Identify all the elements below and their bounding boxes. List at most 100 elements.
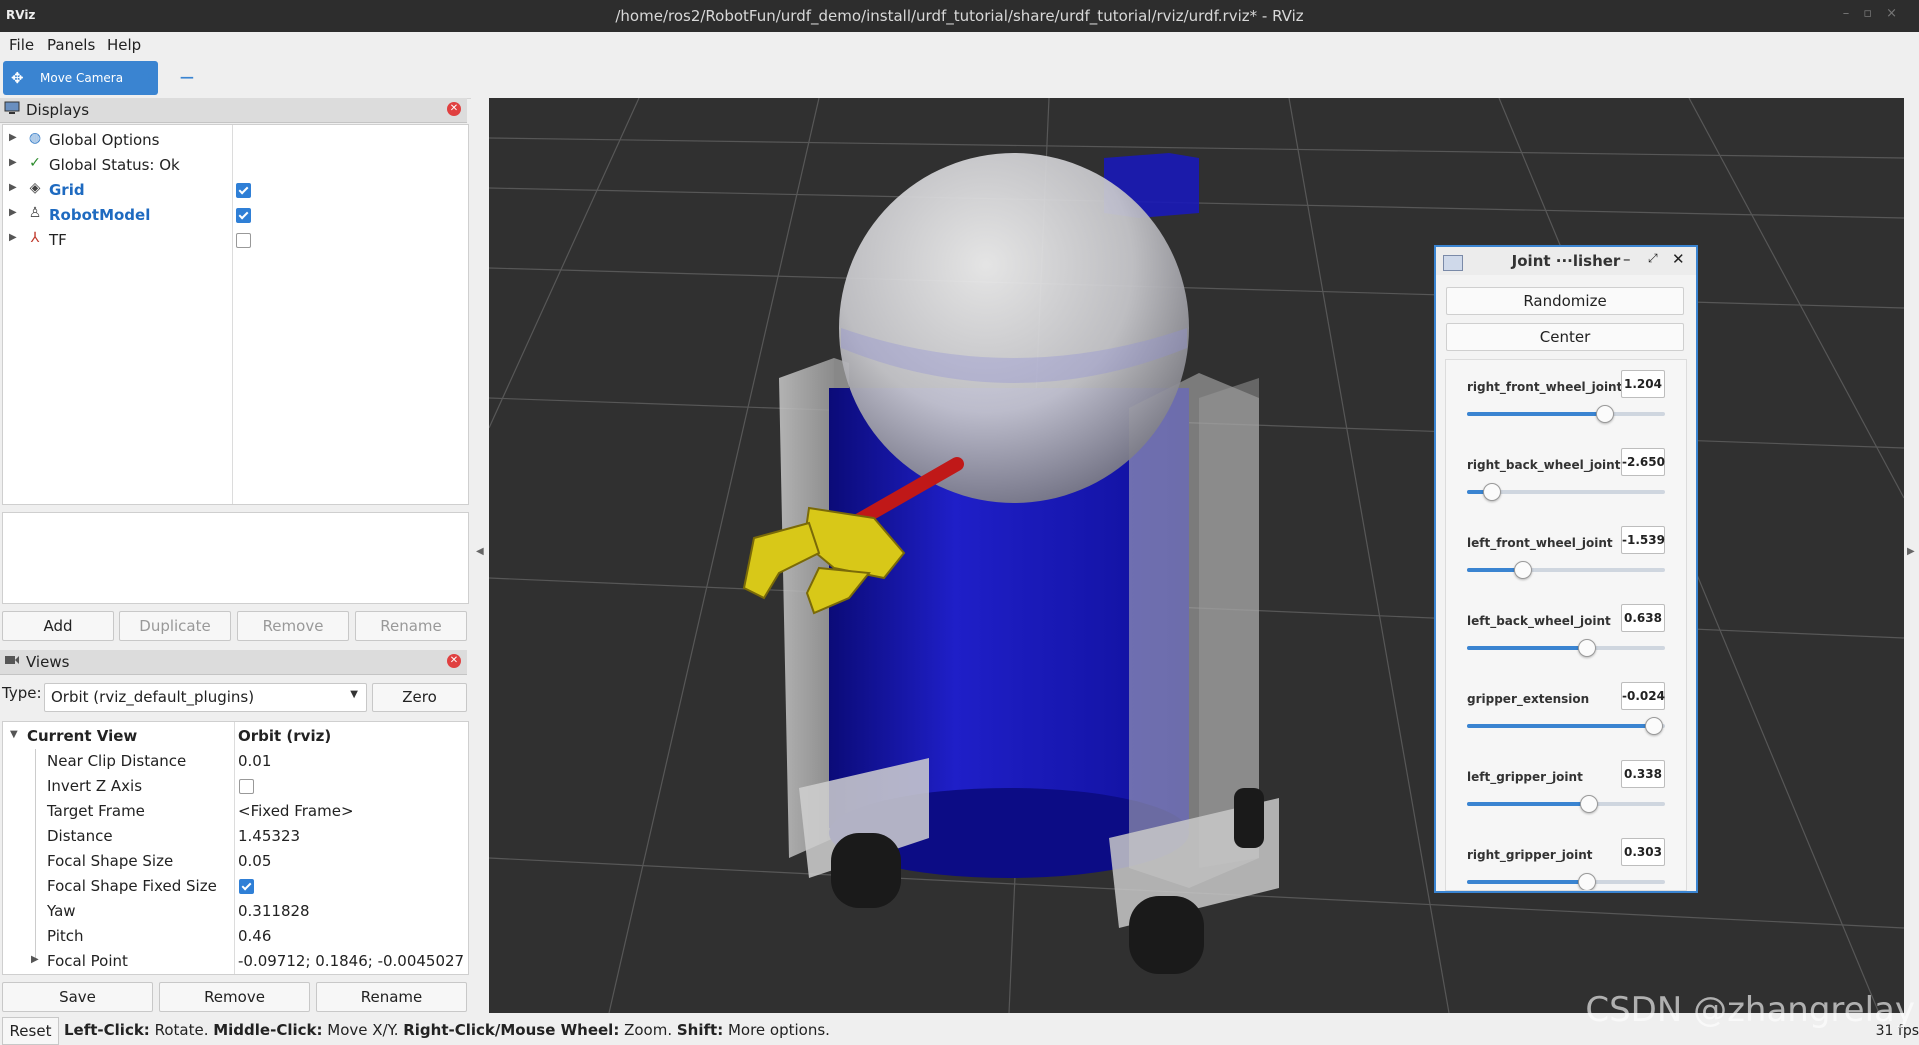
prop-distance[interactable]: Distance 1.45323 <box>3 824 468 849</box>
prop-value[interactable]: 0.01 <box>238 752 271 770</box>
expand-right-icon[interactable]: ▶ <box>1907 546 1915 557</box>
watermark-text: CSDN @zhangrelay <box>1585 990 1915 1030</box>
joint-slider-handle[interactable] <box>1595 405 1614 423</box>
joint-value-input[interactable]: 1.204 <box>1621 370 1665 398</box>
joint-name: gripper_extension <box>1467 692 1590 706</box>
prop-value[interactable]: 0.05 <box>238 852 271 870</box>
rename-view-button[interactable]: Rename <box>316 982 467 1012</box>
prop-near-clip-distance[interactable]: Near Clip Distance 0.01 <box>3 749 468 774</box>
expand-arrow-icon[interactable]: ▶ <box>9 132 17 143</box>
joint-publisher-titlebar[interactable]: Joint ···lisher – ⤢ ✕ <box>1436 247 1696 275</box>
prop-value[interactable]: 1.45323 <box>238 827 300 845</box>
display-item-robotmodel[interactable]: ▶ ♙ RobotModel <box>3 203 468 227</box>
tf-axes-icon: ⅄ <box>30 230 40 246</box>
expand-arrow-icon[interactable]: ▶ <box>9 232 17 243</box>
expand-arrow-icon[interactable]: ▶ <box>31 954 39 965</box>
display-item-global-options[interactable]: ▶ ◍ Global Options <box>3 128 468 152</box>
prop-focal-shape-size[interactable]: Focal Shape Size 0.05 <box>3 849 468 874</box>
tf-enable-checkbox[interactable] <box>236 233 251 248</box>
rename-display-button[interactable]: Rename <box>355 611 467 641</box>
joint-slider-track[interactable] <box>1467 639 1665 657</box>
joint-slider-handle[interactable] <box>1577 873 1596 890</box>
duplicate-display-button[interactable]: Duplicate <box>119 611 231 641</box>
prop-value[interactable]: 0.311828 <box>238 902 310 920</box>
joint-slider-track[interactable] <box>1467 483 1665 501</box>
display-description-area <box>2 512 469 604</box>
remove-display-button[interactable]: Remove <box>237 611 349 641</box>
expand-arrow-icon[interactable]: ▶ <box>9 207 17 218</box>
joint-value-input[interactable]: -0.024 <box>1621 682 1665 710</box>
menu-file[interactable]: File <box>9 36 34 54</box>
display-item-global-status[interactable]: ▶ ✓ Global Status: Ok <box>3 153 468 177</box>
views-close-button[interactable]: ✕ <box>447 654 461 668</box>
prop-focal-shape-fixed-size[interactable]: Focal Shape Fixed Size <box>3 874 468 899</box>
prop-pitch[interactable]: Pitch 0.46 <box>3 924 468 949</box>
center-button[interactable]: Center <box>1446 323 1684 351</box>
joint-slider-track[interactable] <box>1467 561 1665 579</box>
joint-row: left_front_wheel_joint -1.539 <box>1446 516 1686 594</box>
left-splitter[interactable]: ◀ <box>471 98 489 1013</box>
remove-view-button[interactable]: Remove <box>159 982 310 1012</box>
display-label: TF <box>49 231 67 249</box>
focal-shape-fixed-checkbox[interactable] <box>239 879 254 894</box>
joint-slider-handle[interactable] <box>1514 561 1533 579</box>
toolbar: ✥ Move Camera <box>0 58 1919 99</box>
joint-slider-track[interactable] <box>1467 795 1665 813</box>
prop-value[interactable]: 0.46 <box>238 927 271 945</box>
minimize-icon[interactable]: – <box>1623 250 1631 268</box>
move-camera-button[interactable]: ✥ Move Camera <box>3 61 158 95</box>
check-icon: ✓ <box>29 155 41 171</box>
add-display-button[interactable]: Add <box>2 611 114 641</box>
joint-slider-handle[interactable] <box>1579 795 1598 813</box>
maximize-icon[interactable]: ⤢ <box>1648 251 1658 266</box>
prop-target-frame[interactable]: Target Frame <Fixed Frame> <box>3 799 468 824</box>
joint-slider-fill <box>1467 646 1586 650</box>
menu-help[interactable]: Help <box>107 36 141 54</box>
menu-panels[interactable]: Panels <box>47 36 95 54</box>
robotmodel-enable-checkbox[interactable] <box>236 208 251 223</box>
add-tool-button[interactable]: ✣ <box>138 64 160 90</box>
joint-slider-track[interactable] <box>1467 717 1665 735</box>
prop-value[interactable]: -0.09712; 0.1846; -0.0045027 <box>238 952 464 970</box>
current-view-row[interactable]: ▼ Current View Orbit (rviz) <box>3 724 468 749</box>
grid-icon: ◈ <box>29 180 41 196</box>
view-type-select[interactable]: Orbit (rviz_default_plugins) ▼ <box>44 683 367 712</box>
joint-slider-handle[interactable] <box>1577 639 1596 657</box>
joint-slider-handle[interactable] <box>1482 483 1501 501</box>
joint-value-input[interactable]: -2.650 <box>1621 448 1665 476</box>
randomize-button[interactable]: Randomize <box>1446 287 1684 315</box>
joint-value-input[interactable]: 0.638 <box>1621 604 1665 632</box>
display-item-grid[interactable]: ▶ ◈ Grid <box>3 178 468 202</box>
prop-name: Yaw <box>47 902 76 920</box>
joint-value-input[interactable]: 0.303 <box>1621 838 1665 866</box>
joint-slider-handle[interactable] <box>1645 717 1664 735</box>
grid-enable-checkbox[interactable] <box>236 183 251 198</box>
joint-row: right_back_wheel_joint -2.650 <box>1446 438 1686 516</box>
hint-key: Right-Click/Mouse Wheel: <box>403 1021 620 1039</box>
prop-yaw[interactable]: Yaw 0.311828 <box>3 899 468 924</box>
right-splitter[interactable]: ▶ <box>1904 98 1919 1013</box>
joint-value-input[interactable]: -1.539 <box>1621 526 1665 554</box>
joint-slider-list[interactable]: right_front_wheel_joint 1.204 right_back_w… <box>1445 359 1687 891</box>
expand-arrow-icon[interactable]: ▶ <box>9 182 17 193</box>
prop-focal-point[interactable]: ▶ Focal Point -0.09712; 0.1846; -0.0045027 <box>3 949 468 974</box>
prop-value[interactable]: <Fixed Frame> <box>238 802 354 820</box>
joint-slider-track[interactable] <box>1467 405 1665 423</box>
reset-button[interactable]: Reset <box>2 1017 59 1045</box>
zero-view-button[interactable]: Zero <box>372 683 467 712</box>
displays-close-button[interactable]: ✕ <box>447 102 461 116</box>
window-title: /home/ros2/RobotFun/urdf_demo/install/ur… <box>615 7 1304 25</box>
display-item-tf[interactable]: ▶ ⅄ TF <box>3 228 468 252</box>
remove-tool-button[interactable]: − <box>176 64 198 90</box>
close-icon[interactable]: ✕ <box>1672 250 1685 268</box>
joint-slider-track[interactable] <box>1467 873 1665 890</box>
invert-z-checkbox[interactable] <box>239 779 254 794</box>
joint-value-input[interactable]: 0.338 <box>1621 760 1665 788</box>
collapse-left-icon[interactable]: ◀ <box>476 546 484 557</box>
prop-invert-z-axis[interactable]: Invert Z Axis <box>3 774 468 799</box>
expand-arrow-icon[interactable]: ▶ <box>9 157 17 168</box>
save-view-button[interactable]: Save <box>2 982 153 1012</box>
prop-name: Near Clip Distance <box>47 752 187 770</box>
collapse-arrow-icon[interactable]: ▼ <box>10 729 18 740</box>
window-controls[interactable]: –▫× <box>1843 6 1911 21</box>
